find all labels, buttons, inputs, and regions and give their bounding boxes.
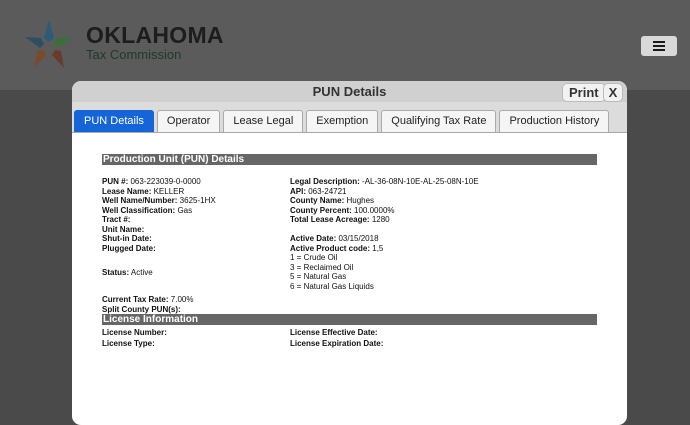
site-header: OKLAHOMA Tax Commission bbox=[0, 0, 690, 90]
active-product-code-label: Active Product code: bbox=[290, 243, 371, 253]
tab-production-history[interactable]: Production History bbox=[499, 110, 610, 132]
brand-name: OKLAHOMA bbox=[86, 22, 224, 48]
current-tax-rate-label: Current Tax Rate: bbox=[102, 295, 169, 304]
api-value: 063-24721 bbox=[308, 186, 347, 196]
well-classification-label: Well Classification: bbox=[102, 205, 176, 215]
legal-description-label: Legal Description: bbox=[290, 177, 360, 186]
lease-name-value: KELLER bbox=[153, 186, 185, 196]
license-section-header: License Information bbox=[102, 314, 597, 325]
status-value: Active bbox=[130, 268, 153, 277]
legal-description-value: -AL-36-08N-10E-AL-25-08N-10E bbox=[362, 177, 479, 186]
tab-bar: PUN Details Operator Lease Legal Exempti… bbox=[72, 102, 627, 133]
county-name-value: Hughes bbox=[346, 196, 375, 205]
county-percent-value: 100.0000% bbox=[354, 205, 395, 215]
product-code-item: 5 = Natural Gas bbox=[290, 272, 347, 281]
total-lease-acreage-value: 1280 bbox=[371, 215, 390, 224]
county-name-label: County Name: bbox=[290, 196, 345, 205]
brand-subtitle: Tax Commission bbox=[86, 47, 182, 62]
pun-section-header: Production Unit (PUN) Details bbox=[102, 154, 597, 165]
tab-lease-legal[interactable]: Lease Legal bbox=[223, 110, 304, 132]
modal-title: PUN Details bbox=[312, 84, 387, 99]
pun-number-value: 063-223039-0-0000 bbox=[130, 177, 201, 186]
product-code-item: 1 = Crude Oil bbox=[290, 253, 338, 262]
current-tax-rate-value: 7.00% bbox=[170, 295, 194, 304]
pun-number-label: PUN #: bbox=[102, 177, 129, 186]
county-percent-label: County Percent: bbox=[290, 205, 352, 215]
well-name-value: 3625-1HX bbox=[179, 196, 216, 205]
license-effective-date-label: License Effective Date: bbox=[290, 328, 378, 337]
product-code-item: 6 = Natural Gas Liquids bbox=[290, 281, 374, 291]
modal-title-bar: PUN Details Print X bbox=[72, 81, 627, 102]
license-type-label: License Type: bbox=[102, 339, 155, 348]
active-date-value: 03/15/2018 bbox=[338, 234, 379, 243]
status-label: Status: bbox=[102, 268, 130, 277]
license-number-label: License Number: bbox=[102, 328, 167, 337]
pun-details-panel: Production Unit (PUN) Details PUN #: 063… bbox=[102, 154, 597, 349]
lease-name-label: Lease Name: bbox=[102, 186, 152, 196]
print-button[interactable]: Print bbox=[562, 83, 606, 102]
active-product-code-value: 1,5 bbox=[372, 243, 384, 253]
close-button[interactable]: X bbox=[603, 83, 623, 102]
shut-in-date-label: Shut-in Date: bbox=[102, 234, 152, 243]
api-label: API: bbox=[290, 186, 306, 196]
active-date-label: Active Date: bbox=[290, 234, 337, 243]
plugged-date-label: Plugged Date: bbox=[102, 243, 156, 253]
tab-pun-details[interactable]: PUN Details bbox=[74, 110, 154, 132]
oklahoma-star-logo-icon bbox=[25, 20, 73, 68]
product-code-item: 3 = Reclaimed Oil bbox=[290, 262, 354, 272]
tab-qualifying-tax-rate[interactable]: Qualifying Tax Rate bbox=[381, 110, 497, 132]
split-county-pun-label: Split County PUN(s): bbox=[102, 304, 181, 314]
unit-name-label: Unit Name: bbox=[102, 224, 145, 234]
tract-label: Tract #: bbox=[102, 215, 131, 224]
tab-exemption[interactable]: Exemption bbox=[306, 110, 379, 132]
license-expiration-date-label: License Expiration Date: bbox=[290, 339, 384, 348]
well-classification-value: Gas bbox=[177, 205, 193, 215]
hamburger-icon bbox=[653, 41, 665, 43]
tab-operator[interactable]: Operator bbox=[156, 110, 221, 132]
pun-details-modal: PUN Details Print X PUN Details Operator… bbox=[72, 81, 627, 425]
hamburger-menu-button[interactable] bbox=[641, 36, 677, 56]
total-lease-acreage-label: Total Lease Acreage: bbox=[290, 215, 370, 224]
well-name-label: Well Name/Number: bbox=[102, 196, 178, 205]
